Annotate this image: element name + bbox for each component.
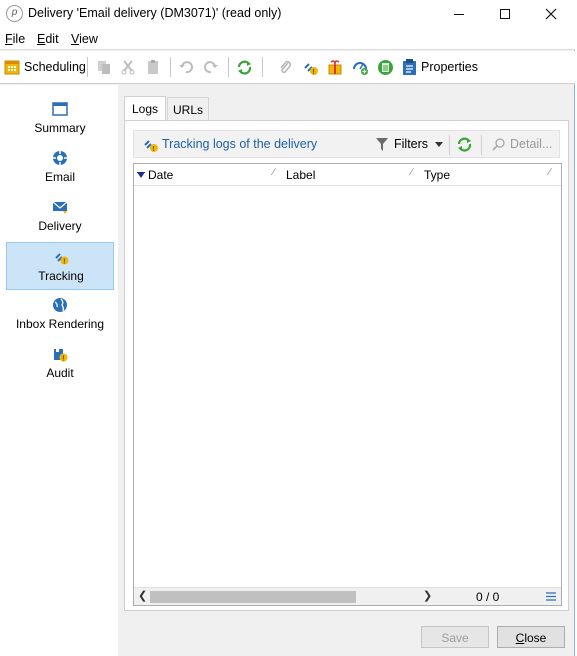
column-date[interactable]: Date	[148, 168, 173, 182]
cut-button[interactable]	[120, 58, 136, 76]
menu-view[interactable]: View	[71, 32, 98, 46]
column-resize-handle[interactable]: ∕	[549, 167, 551, 178]
toolbar: Scheduling ! Properties	[0, 51, 575, 84]
svg-text:!: !	[63, 259, 65, 266]
nav-item-email[interactable]: Email	[6, 144, 114, 192]
globe-icon	[53, 298, 67, 312]
scroll-right-arrow[interactable]: ❯	[423, 589, 432, 602]
tab-logs[interactable]: Logs	[124, 96, 166, 121]
nav-item-delivery[interactable]: Delivery	[6, 193, 114, 241]
side-nav: Summary Email Delivery ! Tracking Inbox …	[0, 85, 118, 656]
save-button[interactable]: Save	[421, 626, 489, 648]
delivery-window: p Delivery 'Email delivery (DM3071)' (re…	[0, 0, 575, 656]
copy-icon	[98, 61, 110, 74]
typology-button[interactable]	[352, 58, 369, 76]
minimize-icon	[454, 13, 464, 15]
gauge-add-icon	[353, 61, 368, 75]
magnifier-icon	[492, 138, 505, 151]
undo-button[interactable]	[178, 58, 194, 76]
list-toolbar: ! Tracking logs of the delivery Filters …	[133, 130, 560, 158]
column-resize-handle[interactable]: ∕	[411, 167, 413, 178]
audit-icon: !	[54, 348, 68, 363]
maximize-button[interactable]	[482, 0, 528, 28]
app-icon: p	[6, 5, 23, 22]
sort-desc-icon	[137, 172, 145, 178]
paste-icon	[148, 60, 158, 74]
nav-item-summary[interactable]: Summary	[6, 95, 114, 143]
summary-icon	[52, 102, 68, 116]
scroll-left-arrow[interactable]: ❮	[138, 589, 147, 602]
calendar-icon	[4, 60, 20, 75]
list-toolbar-separator	[481, 135, 482, 155]
menu-bar: File Edit View	[0, 28, 575, 50]
horizontal-scrollbar-thumb[interactable]	[150, 591, 356, 603]
tracking-link-icon: !	[144, 140, 158, 153]
svg-text:!: !	[153, 146, 155, 153]
filters-dropdown[interactable]: Filters	[394, 137, 428, 151]
close-icon	[545, 8, 557, 20]
gift-icon	[328, 60, 342, 75]
filter-icon	[376, 138, 388, 151]
column-type[interactable]: Type	[424, 168, 450, 182]
toolbar-separator	[87, 57, 88, 77]
close-window-button[interactable]	[528, 0, 574, 28]
grid-footer: ❮ ❯ 0 / 0	[134, 587, 561, 605]
nav-item-audit[interactable]: ! Audit	[6, 340, 114, 388]
link-warning-icon: !	[304, 62, 318, 76]
refresh-list-icon[interactable]	[456, 136, 473, 153]
cut-icon	[121, 60, 135, 75]
svg-text:!: !	[313, 69, 315, 76]
attachment-button[interactable]	[277, 58, 293, 76]
clipboard-icon	[403, 59, 416, 75]
redo-button[interactable]	[203, 58, 219, 76]
paperclip-icon	[280, 60, 292, 74]
window-title: Delivery 'Email delivery (DM3071)' (read…	[28, 6, 282, 20]
close-button[interactable]: Close	[497, 626, 565, 648]
maximize-icon	[500, 9, 510, 19]
green-circle-icon	[378, 59, 393, 75]
svg-text:!: !	[62, 356, 64, 363]
delivery-icon	[52, 201, 68, 214]
paste-button[interactable]	[145, 58, 161, 76]
tracking-link-button[interactable]: !	[302, 58, 319, 76]
list-toolbar-separator	[449, 135, 450, 155]
nav-item-tracking[interactable]: ! Tracking	[6, 242, 114, 290]
toolbar-separator	[170, 57, 171, 77]
logs-panel: ! Tracking logs of the delivery Filters …	[124, 120, 569, 611]
record-count: 0 / 0	[476, 590, 500, 604]
refresh-button[interactable]	[236, 58, 253, 76]
tab-urls[interactable]: URLs	[167, 97, 209, 120]
properties-button[interactable]: Properties	[402, 58, 478, 76]
scheduling-button[interactable]: Scheduling	[4, 58, 86, 76]
detail-button[interactable]: Detail...	[510, 137, 552, 151]
grid-header: Date ∕ Label ∕ Type ∕	[134, 164, 561, 186]
nav-item-inbox-rendering[interactable]: Inbox Rendering	[6, 291, 114, 339]
copy-button[interactable]	[96, 58, 112, 76]
redo-icon	[204, 61, 218, 74]
approval-button[interactable]	[377, 58, 394, 76]
chevron-down-icon	[435, 142, 443, 147]
toolbar-separator	[262, 57, 263, 77]
offer-button[interactable]	[327, 58, 343, 76]
refresh-icon	[237, 60, 252, 75]
logs-grid: Date ∕ Label ∕ Type ∕ ❮ ❯ 0 / 0	[133, 163, 562, 606]
menu-edit[interactable]: Edit	[37, 32, 59, 46]
tracking-logs-title[interactable]: Tracking logs of the delivery	[162, 137, 317, 151]
column-resize-handle[interactable]: ∕	[273, 167, 275, 178]
tracking-icon: !	[55, 253, 69, 266]
email-icon	[53, 151, 67, 165]
menu-file[interactable]: File	[5, 32, 25, 46]
undo-icon	[179, 61, 193, 74]
minimize-button[interactable]	[436, 0, 482, 28]
column-menu-icon[interactable]	[546, 592, 556, 601]
column-label[interactable]: Label	[286, 168, 315, 182]
toolbar-separator	[228, 57, 229, 77]
title-bar: p Delivery 'Email delivery (DM3071)' (re…	[0, 0, 575, 28]
